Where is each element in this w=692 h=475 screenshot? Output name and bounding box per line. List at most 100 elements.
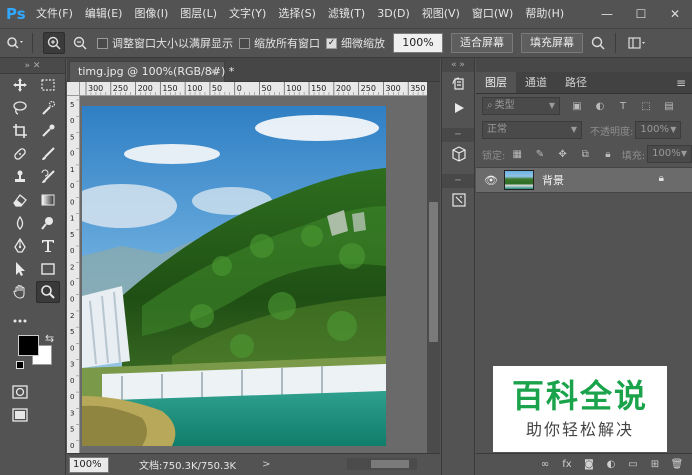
horizontal-scrollbar-thumb[interactable] xyxy=(371,460,409,468)
panel-menu-icon[interactable]: ≡ xyxy=(676,76,686,90)
resize-windows-checkbox[interactable] xyxy=(97,37,108,49)
toolbox-collapse-handle[interactable]: » ✕ xyxy=(0,58,65,74)
healing-brush-tool-icon[interactable] xyxy=(8,143,32,165)
gradient-tool-icon[interactable] xyxy=(36,189,60,211)
tab-layers[interactable]: 图层 xyxy=(476,72,516,93)
status-zoom-field[interactable]: 100% xyxy=(69,456,109,473)
lock-all-icon[interactable]: 🔒︎ xyxy=(602,148,614,160)
dodge-tool-icon[interactable] xyxy=(36,212,60,234)
fill-field[interactable]: 100% ▼ xyxy=(647,145,692,163)
pen-tool-icon[interactable] xyxy=(8,235,32,257)
layers-panel-collapse-handle[interactable] xyxy=(476,58,692,72)
scrubby-zoom-checkbox[interactable]: ✓ xyxy=(326,37,337,49)
default-colors-icon[interactable] xyxy=(16,361,24,369)
eraser-tool-icon[interactable] xyxy=(8,189,32,211)
layer-thumbnail[interactable] xyxy=(503,170,534,190)
layer-style-icon[interactable]: fx xyxy=(556,459,578,470)
zoom-value-field[interactable]: 100% xyxy=(393,33,443,53)
edit-toolbar-icon[interactable] xyxy=(8,310,32,332)
menu-file[interactable]: 文件(F) xyxy=(30,0,79,28)
brush-tool-icon[interactable] xyxy=(36,143,60,165)
menu-image[interactable]: 图像(I) xyxy=(128,0,174,28)
fill-screen-button[interactable]: 填充屏幕 xyxy=(521,33,583,53)
menu-help[interactable]: 帮助(H) xyxy=(519,0,570,28)
workspace-icon[interactable] xyxy=(626,32,648,54)
blur-tool-icon[interactable] xyxy=(8,212,32,234)
menu-window[interactable]: 窗口(W) xyxy=(466,0,519,28)
type-tool-icon[interactable] xyxy=(36,235,60,257)
tab-channels[interactable]: 通道 xyxy=(516,72,556,93)
new-layer-icon[interactable]: ⊞ xyxy=(644,459,666,470)
document-size-info[interactable]: 文档:750.3K/750.3K xyxy=(139,457,236,472)
dock-collapse-handle-3[interactable]: ─ xyxy=(442,174,474,188)
history-panel-icon[interactable] xyxy=(442,72,476,96)
delete-layer-icon[interactable]: 🗑︎ xyxy=(666,459,688,470)
zoom-all-windows-checkbox[interactable] xyxy=(239,37,250,49)
filter-smart-object-icon[interactable]: ▤ xyxy=(663,100,675,112)
screen-mode-icon[interactable] xyxy=(8,404,32,426)
marquee-tool-icon[interactable] xyxy=(36,74,60,96)
tab-paths[interactable]: 路径 xyxy=(556,72,596,93)
zoom-in-icon[interactable] xyxy=(43,32,65,54)
vertical-scrollbar-thumb[interactable] xyxy=(429,202,438,342)
visibility-eye-icon[interactable]: 👁︎ xyxy=(484,174,498,187)
add-mask-icon[interactable]: ◙ xyxy=(578,459,600,470)
fit-screen-button[interactable]: 适合屏幕 xyxy=(451,33,513,53)
eyedropper-tool-icon[interactable] xyxy=(36,120,60,142)
foreground-color-swatch[interactable] xyxy=(18,335,39,356)
opacity-field[interactable]: 100% ▼ xyxy=(635,121,682,139)
horizontal-ruler[interactable]: 300 250 200 150 100 50 0 50 100 150 200 250 300 350 xyxy=(80,82,427,96)
filter-adjustment-icon[interactable]: ◐ xyxy=(594,100,606,112)
layer-lock-icon[interactable]: 🔒︎ xyxy=(659,173,664,184)
lock-artboard-icon[interactable]: ⧉ xyxy=(579,148,591,160)
adjustment-layer-icon[interactable]: ◐ xyxy=(600,459,622,470)
layer-name[interactable]: 背景 xyxy=(542,172,564,188)
lock-transparent-icon[interactable]: ▦ xyxy=(511,148,523,160)
new-group-icon[interactable]: ▭ xyxy=(622,459,644,470)
lasso-tool-icon[interactable] xyxy=(8,97,32,119)
3d-panel-icon[interactable] xyxy=(442,142,476,166)
menu-edit[interactable]: 编辑(E) xyxy=(79,0,129,28)
actions-panel-icon[interactable] xyxy=(442,96,476,120)
status-menu-arrow[interactable]: > xyxy=(262,459,270,470)
blend-mode-select[interactable]: 正常 ▼ xyxy=(482,121,582,139)
vertical-scrollbar[interactable] xyxy=(427,82,440,453)
horizontal-scrollbar[interactable] xyxy=(347,458,417,470)
layer-row-background[interactable]: 👁︎ 背景 🔒︎ xyxy=(476,167,692,193)
menu-3d[interactable]: 3D(D) xyxy=(371,0,416,28)
rectangle-tool-icon[interactable] xyxy=(36,258,60,280)
link-layers-icon[interactable]: ∞ xyxy=(534,459,556,470)
menu-select[interactable]: 选择(S) xyxy=(272,0,322,28)
history-brush-tool-icon[interactable] xyxy=(36,166,60,188)
quick-mask-icon[interactable] xyxy=(8,381,32,403)
document-tab[interactable]: timg.jpg @ 100%(RGB/8#) * × xyxy=(69,61,234,82)
zoom-out-icon[interactable] xyxy=(69,32,91,54)
canvas-area[interactable] xyxy=(80,96,427,453)
filter-pixel-icon[interactable]: ▣ xyxy=(571,100,583,112)
properties-panel-icon[interactable] xyxy=(442,188,476,212)
move-tool-icon[interactable] xyxy=(8,74,32,96)
lock-pixels-icon[interactable]: ✎ xyxy=(534,148,546,160)
layer-filter-kind-select[interactable]: ⌕ 类型 ▼ xyxy=(482,97,560,115)
filter-type-icon[interactable]: T xyxy=(617,100,629,112)
menu-filter[interactable]: 滤镜(T) xyxy=(322,0,371,28)
crop-tool-icon[interactable] xyxy=(8,120,32,142)
clone-stamp-tool-icon[interactable] xyxy=(8,166,32,188)
close-button[interactable]: ✕ xyxy=(658,0,692,28)
swap-colors-icon[interactable]: ⇆ xyxy=(45,332,54,345)
menu-view[interactable]: 视图(V) xyxy=(416,0,466,28)
dock-collapse-handle[interactable]: « » xyxy=(442,58,474,72)
vertical-ruler[interactable]: 5 0 5 0 1 0 0 1 5 0 2 0 0 2 5 0 3 0 0 3 5 0 xyxy=(67,96,80,453)
close-tab-icon[interactable]: × xyxy=(209,62,218,82)
dock-collapse-handle-2[interactable]: ─ xyxy=(442,128,474,142)
zoom-tool-icon[interactable] xyxy=(36,281,60,303)
path-select-tool-icon[interactable] xyxy=(8,258,32,280)
maximize-button[interactable]: ☐ xyxy=(624,0,658,28)
menu-layer[interactable]: 图层(L) xyxy=(174,0,223,28)
search-icon[interactable] xyxy=(587,32,609,54)
ruler-origin[interactable] xyxy=(67,82,80,96)
filter-shape-icon[interactable]: ⬚ xyxy=(640,100,652,112)
document-image[interactable] xyxy=(82,106,386,446)
hand-tool-icon[interactable] xyxy=(8,281,32,303)
minimize-button[interactable]: — xyxy=(590,0,624,28)
